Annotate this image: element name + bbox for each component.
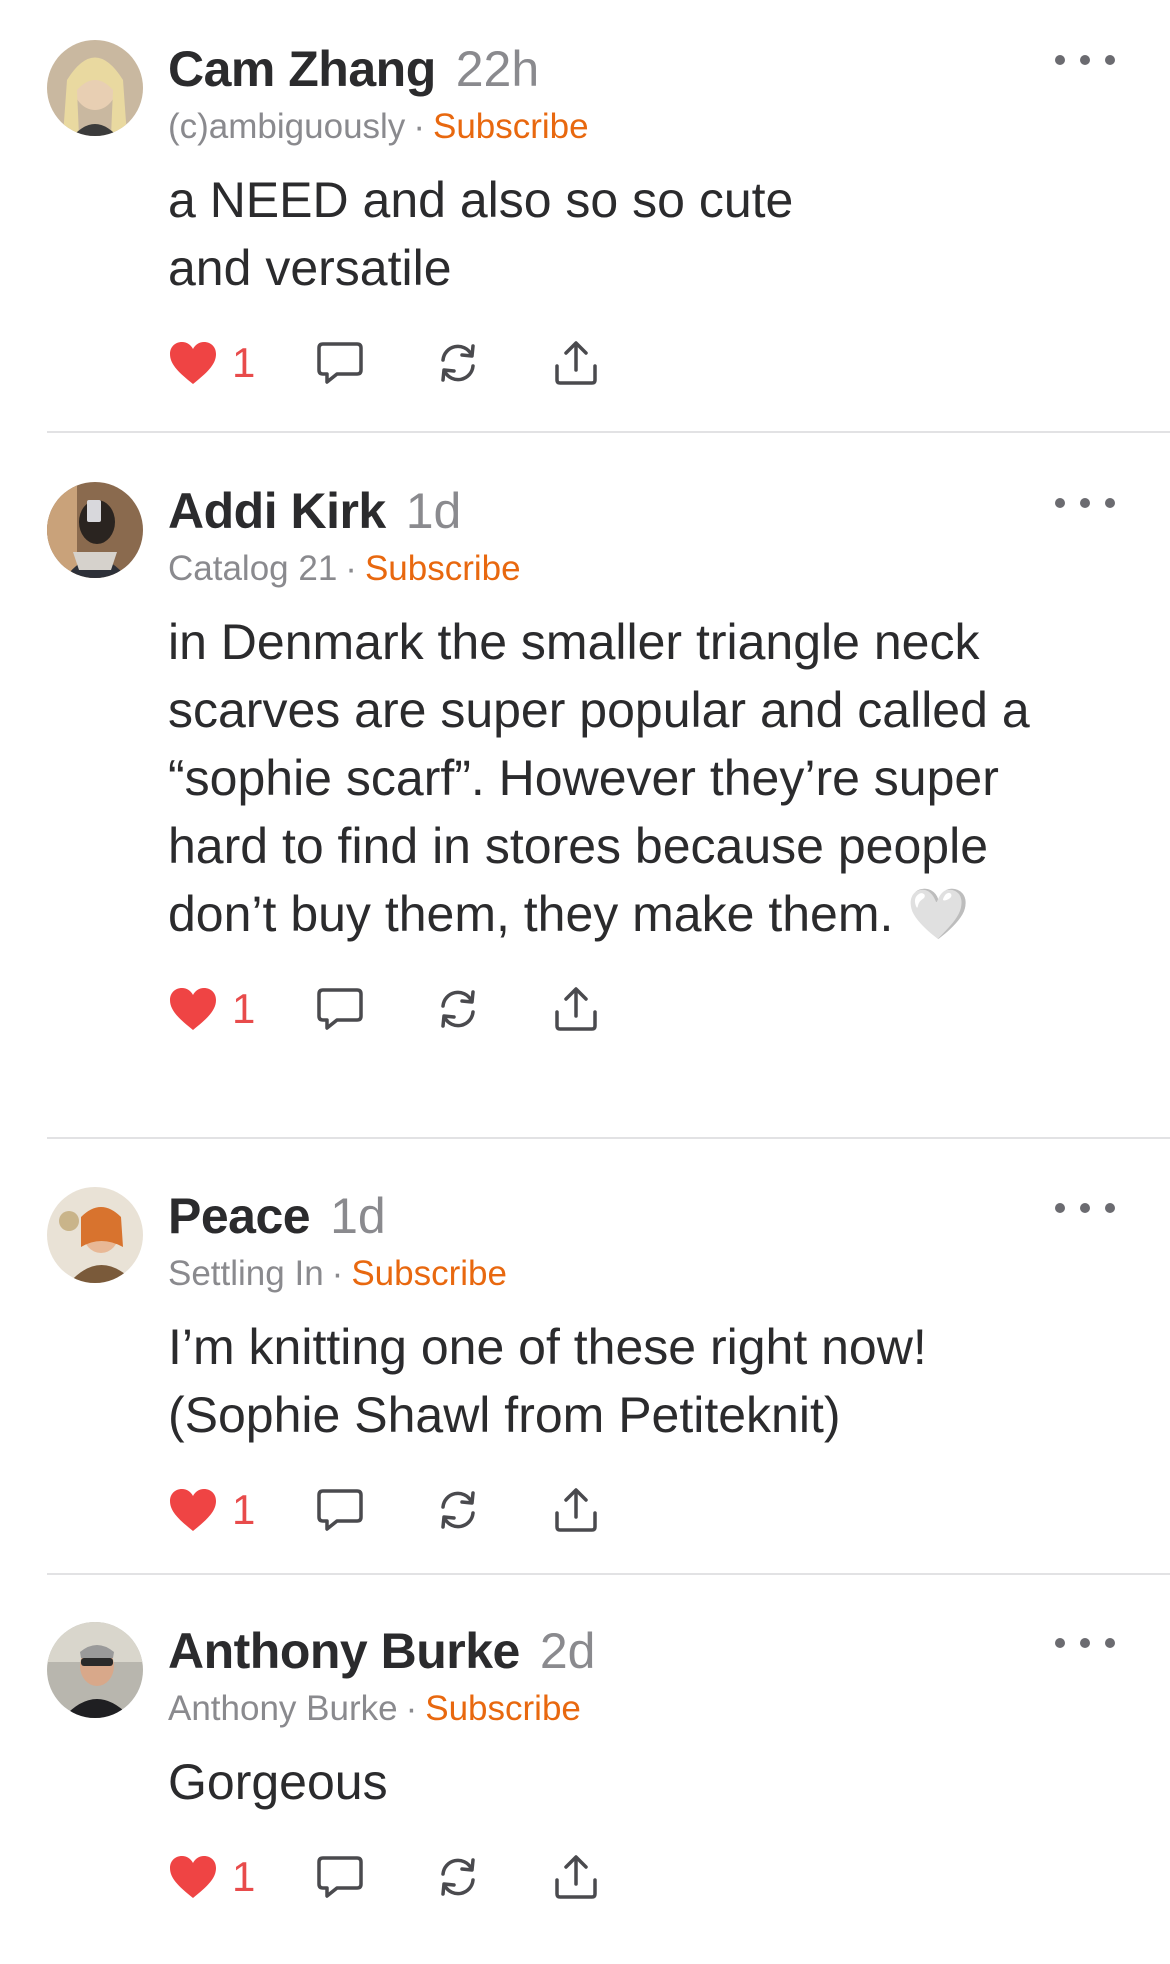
- publication-line: Catalog 21 · Subscribe: [168, 544, 1130, 594]
- publication-name[interactable]: Settling In: [168, 1254, 324, 1293]
- subscribe-link[interactable]: Subscribe: [351, 1254, 507, 1293]
- heart-icon: [170, 1856, 216, 1898]
- separator: ·: [345, 549, 357, 588]
- restack-button[interactable]: [433, 984, 483, 1034]
- comment-text: I’m knitting one of these right now! (So…: [168, 1319, 927, 1443]
- avatar[interactable]: [47, 482, 143, 578]
- subscribe-link[interactable]: Subscribe: [365, 549, 521, 588]
- divider: [47, 1137, 1170, 1139]
- more-options-button[interactable]: [1055, 45, 1115, 75]
- comment-header: Peace 1d: [168, 1187, 1130, 1247]
- author-name[interactable]: Addi Kirk: [168, 482, 386, 540]
- like-count: 1: [232, 339, 256, 386]
- restack-icon: [441, 344, 476, 382]
- restack-icon: [441, 1858, 476, 1896]
- more-icon: [1055, 1203, 1065, 1213]
- reply-button[interactable]: [315, 984, 365, 1034]
- comment-text: in Denmark the smaller triangle neck sca…: [168, 614, 1030, 942]
- more-icon: [1055, 498, 1065, 508]
- comment-header: Cam Zhang 22h: [168, 40, 1130, 100]
- more-icon: [1055, 1638, 1065, 1648]
- restack-button[interactable]: [433, 1852, 483, 1902]
- share-button[interactable]: [551, 338, 601, 388]
- heart-icon: [170, 988, 216, 1030]
- restack-icon: [441, 1491, 476, 1529]
- avatar[interactable]: [47, 1622, 143, 1718]
- reply-button[interactable]: [315, 1485, 365, 1535]
- like-button[interactable]: 1: [168, 985, 279, 1033]
- comment-icon: [317, 988, 364, 1030]
- heart-icon: [170, 342, 216, 384]
- subscribe-link[interactable]: Subscribe: [433, 107, 589, 146]
- comment: Anthony Burke 2d Anthony Burke · Subscribe…: [0, 1580, 1170, 1912]
- like-button[interactable]: 1: [168, 1853, 279, 1901]
- reply-button[interactable]: [315, 338, 365, 388]
- divider: [47, 431, 1170, 433]
- comment-icon: [317, 1856, 364, 1898]
- comment-icon: [317, 342, 364, 384]
- like-count: 1: [232, 985, 256, 1032]
- publication-line: Settling In · Subscribe: [168, 1249, 1130, 1299]
- avatar[interactable]: [47, 40, 143, 136]
- comment-text: Gorgeous: [168, 1754, 388, 1810]
- timestamp: 2d: [539, 1623, 596, 1679]
- publication-name[interactable]: Catalog 21: [168, 549, 337, 588]
- share-button[interactable]: [551, 984, 601, 1034]
- publication-line: (c)ambiguously · Subscribe: [168, 102, 1130, 152]
- author-name[interactable]: Cam Zhang: [168, 40, 436, 98]
- share-icon: [555, 1488, 598, 1532]
- action-bar: 1: [168, 328, 1130, 398]
- share-button[interactable]: [551, 1852, 601, 1902]
- comment: Peace 1d Settling In · Subscribe I’m knitt…: [0, 1145, 1170, 1545]
- publication-name[interactable]: Anthony Burke: [168, 1689, 398, 1728]
- comment: Addi Kirk 1d Catalog 21 · Subscribe in Den…: [0, 438, 1170, 1044]
- author-name[interactable]: Anthony Burke: [168, 1622, 520, 1680]
- reply-button[interactable]: [315, 1852, 365, 1902]
- share-button[interactable]: [551, 1485, 601, 1535]
- comment-header: Anthony Burke 2d: [168, 1622, 1130, 1682]
- restack-icon: [441, 990, 476, 1028]
- avatar[interactable]: [47, 1187, 143, 1283]
- publication-name[interactable]: (c)ambiguously: [168, 107, 405, 146]
- comment: Cam Zhang 22h (c)ambiguously · Subscribe a…: [0, 0, 1170, 398]
- publication-line: Anthony Burke · Subscribe: [168, 1684, 1130, 1734]
- comment-icon: [317, 1489, 364, 1531]
- more-options-button[interactable]: [1055, 1628, 1115, 1658]
- separator: ·: [331, 1254, 344, 1293]
- like-button[interactable]: 1: [168, 339, 279, 387]
- timestamp: 22h: [455, 41, 540, 97]
- like-count: 1: [232, 1486, 256, 1533]
- timestamp: 1d: [405, 483, 462, 539]
- restack-button[interactable]: [433, 338, 483, 388]
- more-options-button[interactable]: [1055, 1193, 1115, 1223]
- like-button[interactable]: 1: [168, 1486, 279, 1534]
- like-count: 1: [232, 1853, 256, 1900]
- more-options-button[interactable]: [1055, 488, 1115, 518]
- comment-header: Addi Kirk 1d: [168, 482, 1130, 542]
- action-bar: 1: [168, 1842, 1130, 1912]
- comment-text: a NEED and also so so cute and versatile: [168, 172, 794, 296]
- share-icon: [555, 987, 598, 1031]
- action-bar: 1: [168, 1475, 1130, 1545]
- action-bar: 1: [168, 974, 1130, 1044]
- share-icon: [555, 341, 598, 385]
- divider: [47, 1573, 1170, 1575]
- subscribe-link[interactable]: Subscribe: [425, 1689, 581, 1728]
- separator: ·: [413, 107, 425, 146]
- separator: ·: [405, 1689, 418, 1728]
- restack-button[interactable]: [433, 1485, 483, 1535]
- more-icon: [1055, 55, 1065, 65]
- author-name[interactable]: Peace: [168, 1187, 311, 1245]
- timestamp: 1d: [330, 1188, 386, 1244]
- heart-icon: [170, 1489, 216, 1531]
- share-icon: [555, 1855, 598, 1899]
